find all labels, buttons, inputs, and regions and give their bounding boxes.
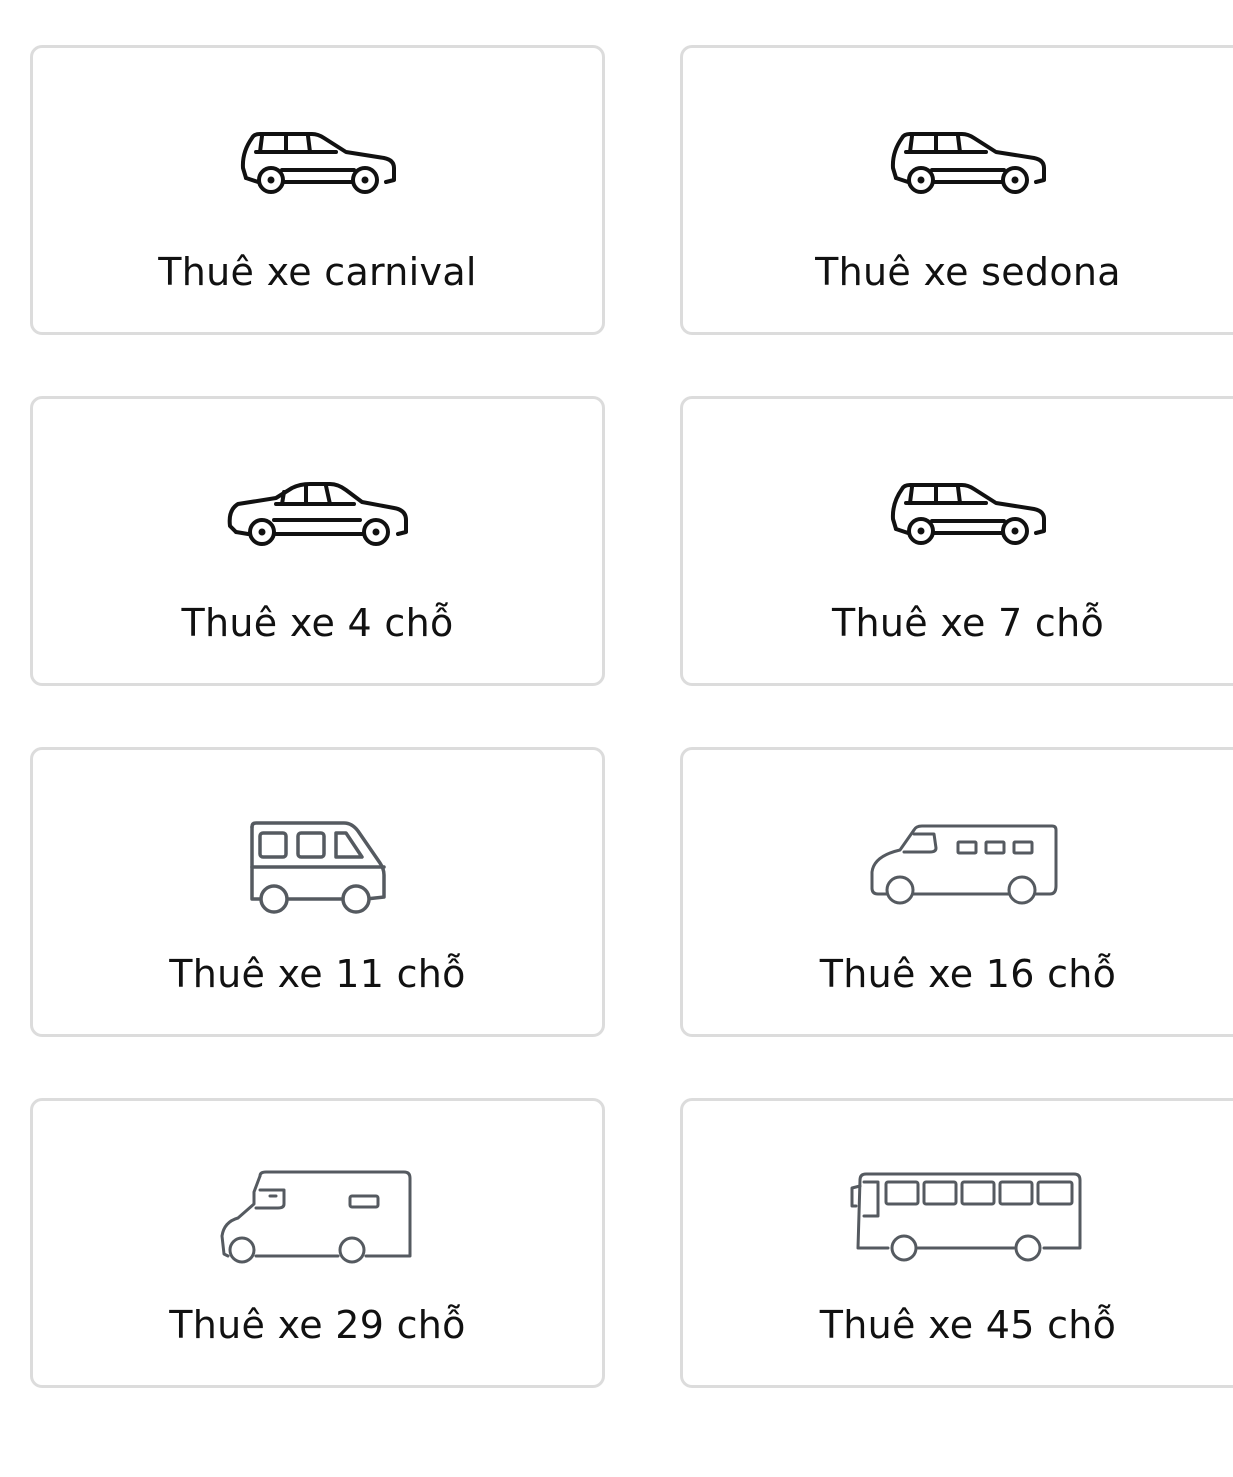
suv-icon xyxy=(683,110,1233,220)
service-label: Thuê xe sedona xyxy=(815,250,1121,294)
service-label: Thuê xe 4 chỗ xyxy=(181,601,454,645)
service-label: Thuê xe 29 chỗ xyxy=(169,1303,466,1347)
suv-icon xyxy=(33,110,602,220)
service-card-45-seat[interactable]: Thuê xe 45 chỗ xyxy=(680,1098,1233,1388)
van-icon xyxy=(683,812,1233,922)
service-card-29-seat[interactable]: Thuê xe 29 chỗ xyxy=(30,1098,605,1388)
service-card-16-seat[interactable]: Thuê xe 16 chỗ xyxy=(680,747,1233,1037)
service-label: Thuê xe 11 chỗ xyxy=(169,952,466,996)
bus-icon xyxy=(683,1163,1233,1273)
service-card-4-seat[interactable]: Thuê xe 4 chỗ xyxy=(30,396,605,686)
service-card-7-seat[interactable]: Thuê xe 7 chỗ xyxy=(680,396,1233,686)
service-label: Thuê xe 16 chỗ xyxy=(819,952,1117,996)
suv-icon xyxy=(683,461,1233,571)
service-label: Thuê xe 7 chỗ xyxy=(832,601,1104,645)
service-card-11-seat[interactable]: Thuê xe 11 chỗ xyxy=(30,747,605,1037)
service-label: Thuê xe 45 chỗ xyxy=(819,1303,1117,1347)
service-card-sedona[interactable]: Thuê xe sedona xyxy=(680,45,1233,335)
sedan-icon xyxy=(33,461,602,571)
service-card-carnival[interactable]: Thuê xe carnival xyxy=(30,45,605,335)
coach-icon xyxy=(33,1163,602,1273)
minibus-icon xyxy=(33,812,602,922)
service-label: Thuê xe carnival xyxy=(158,250,477,294)
